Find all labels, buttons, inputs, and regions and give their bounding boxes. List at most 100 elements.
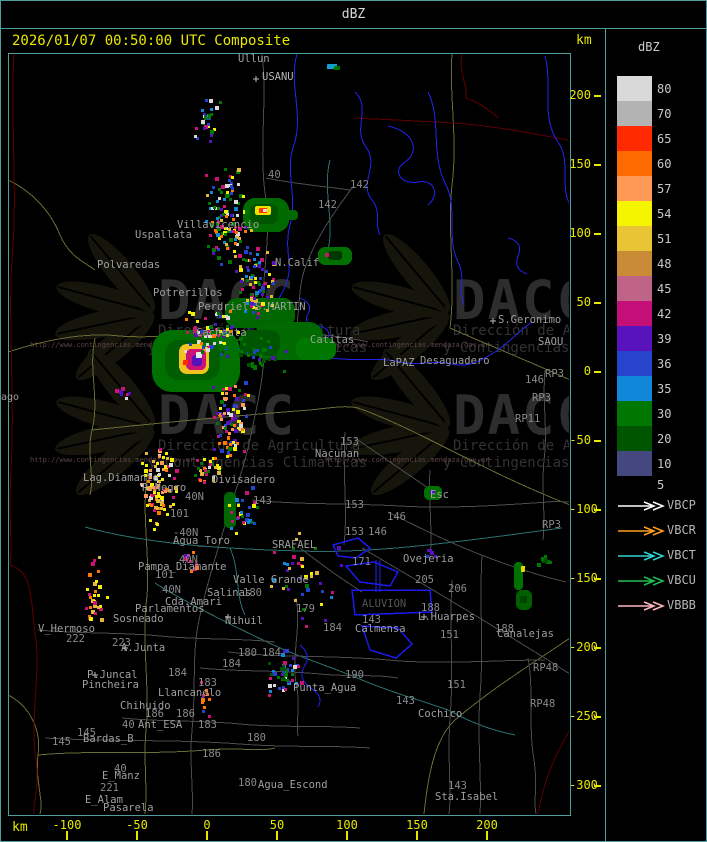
scale-swatch xyxy=(617,301,652,326)
map-label: 143 xyxy=(253,495,272,507)
scale-swatch xyxy=(617,451,652,476)
map-label: 40N xyxy=(185,491,204,503)
scale-swatch xyxy=(617,126,652,151)
x-tick xyxy=(206,831,208,840)
vector-arrow-icon xyxy=(618,551,666,561)
map-label: Perdriel xyxy=(198,301,249,313)
y-tick-label: -50 xyxy=(569,433,591,447)
vector-arrow-icon xyxy=(618,601,666,611)
map-label: 143 xyxy=(396,695,415,707)
map-label: 153 xyxy=(345,499,364,511)
map-label: 101 xyxy=(170,508,189,520)
title-bar: dBZ xyxy=(0,0,707,29)
map-label: S.Geronimo xyxy=(498,314,561,326)
radar-app-window: dBZ 2026/01/07 00:50:00 UTC Composite km… xyxy=(0,0,707,842)
scale-swatch xyxy=(617,376,652,401)
vector-legend-row: VBBB xyxy=(617,598,705,612)
y-tick xyxy=(594,95,601,97)
scale-value-label: 60 xyxy=(657,157,672,171)
scale-title: dBZ xyxy=(638,40,660,54)
scale-swatch xyxy=(617,276,652,301)
scale-value-label: 39 xyxy=(657,332,672,346)
svg-text:Dirección de Agricultura: Dirección de Agricultura xyxy=(453,438,569,454)
scale-swatch xyxy=(617,326,652,351)
scale-value-label: 70 xyxy=(657,107,672,121)
vector-arrow-icon xyxy=(618,526,666,536)
vector-legend-row: VBCP xyxy=(617,498,705,512)
y-tick xyxy=(594,164,601,166)
window-title: dBZ xyxy=(341,7,366,22)
vector-arrow-icon xyxy=(618,576,666,586)
watermark-url: http://www.contingencias.mendoza.gov.ar xyxy=(30,456,194,464)
scale-swatch xyxy=(617,401,652,426)
map-label: R.Negro xyxy=(142,482,186,494)
map-label: Sosneado xyxy=(113,613,164,625)
map-label: 40 xyxy=(114,763,127,775)
map-label: 146 xyxy=(387,511,406,523)
map-label: 151 xyxy=(447,679,466,691)
edge-label: ago xyxy=(1,392,20,403)
scale-value-label: 48 xyxy=(657,257,672,271)
x-axis-unit: km xyxy=(12,820,28,835)
station-markers xyxy=(92,76,496,678)
map-label: 184 xyxy=(323,622,342,634)
map-label: Agua_Toro xyxy=(173,535,230,547)
scale-value-label: 36 xyxy=(657,357,672,371)
map-label: Pasarela xyxy=(103,802,154,814)
map-label: 153 xyxy=(345,526,364,538)
scale-value-label: 54 xyxy=(657,207,672,221)
y-tick xyxy=(594,371,601,373)
map-label: RP3 xyxy=(545,368,564,380)
x-tick xyxy=(276,831,278,840)
y-tick xyxy=(594,302,601,304)
map-canvas[interactable]: DACCDirección de Agriculturay Contingenc… xyxy=(7,53,691,818)
x-tick xyxy=(416,831,418,840)
map-label: 171 xyxy=(352,556,371,568)
map-label: Calmensa xyxy=(355,623,406,635)
x-tick-label: -50 xyxy=(126,818,148,832)
map-label: 222 xyxy=(66,633,85,645)
map-label: 221 xyxy=(100,782,119,794)
map-label: LaPAZ xyxy=(383,357,415,369)
scale-value-label: 65 xyxy=(657,132,672,146)
scale-swatch xyxy=(617,226,652,251)
map-label: RP3 xyxy=(532,392,551,404)
vector-label: VBCR xyxy=(667,523,696,537)
map-label: ALUVION xyxy=(362,598,406,610)
scale-value-label: 57 xyxy=(657,182,672,196)
map-label: Catitas xyxy=(310,334,354,346)
map-label: Nacunan xyxy=(315,448,359,460)
vector-label: VBCU xyxy=(667,573,696,587)
y-tick-label: -200 xyxy=(569,640,598,654)
x-tick-label: 0 xyxy=(203,818,211,832)
scale-swatch xyxy=(617,201,652,226)
y-axis-unit: km xyxy=(576,33,592,48)
map-label: 184 xyxy=(168,667,187,679)
map-label: 142 xyxy=(350,179,369,191)
map-label: 190 xyxy=(345,669,364,681)
map-label: Pincheira xyxy=(82,679,139,691)
map-label: Esc xyxy=(430,489,449,501)
map-label: 179 xyxy=(296,603,315,615)
scale-value-label: 30 xyxy=(657,407,672,421)
map-label: Nihuil xyxy=(225,615,263,627)
scale-value-label: 45 xyxy=(657,282,672,296)
scale-value-label: 51 xyxy=(657,232,672,246)
scale-swatch xyxy=(617,351,652,376)
map-label: Polvaredas xyxy=(97,259,160,271)
map-label: 180 xyxy=(243,587,262,599)
scale-value-label: 35 xyxy=(657,382,672,396)
vector-arrow-icon xyxy=(618,501,666,511)
x-tick-label: 200 xyxy=(476,818,498,832)
map-label: Ullun xyxy=(238,54,270,65)
y-tick xyxy=(594,578,601,580)
x-tick-label: 50 xyxy=(269,818,285,832)
map-label: 143 xyxy=(448,780,467,792)
y-tick-label: -100 xyxy=(569,502,598,516)
y-tick-label: -150 xyxy=(569,571,598,585)
map-label: Potrerillos xyxy=(153,287,223,299)
x-tick xyxy=(136,831,138,840)
y-tick xyxy=(594,716,601,718)
y-tick-label: 150 xyxy=(569,157,591,171)
scale-swatch xyxy=(617,76,652,101)
